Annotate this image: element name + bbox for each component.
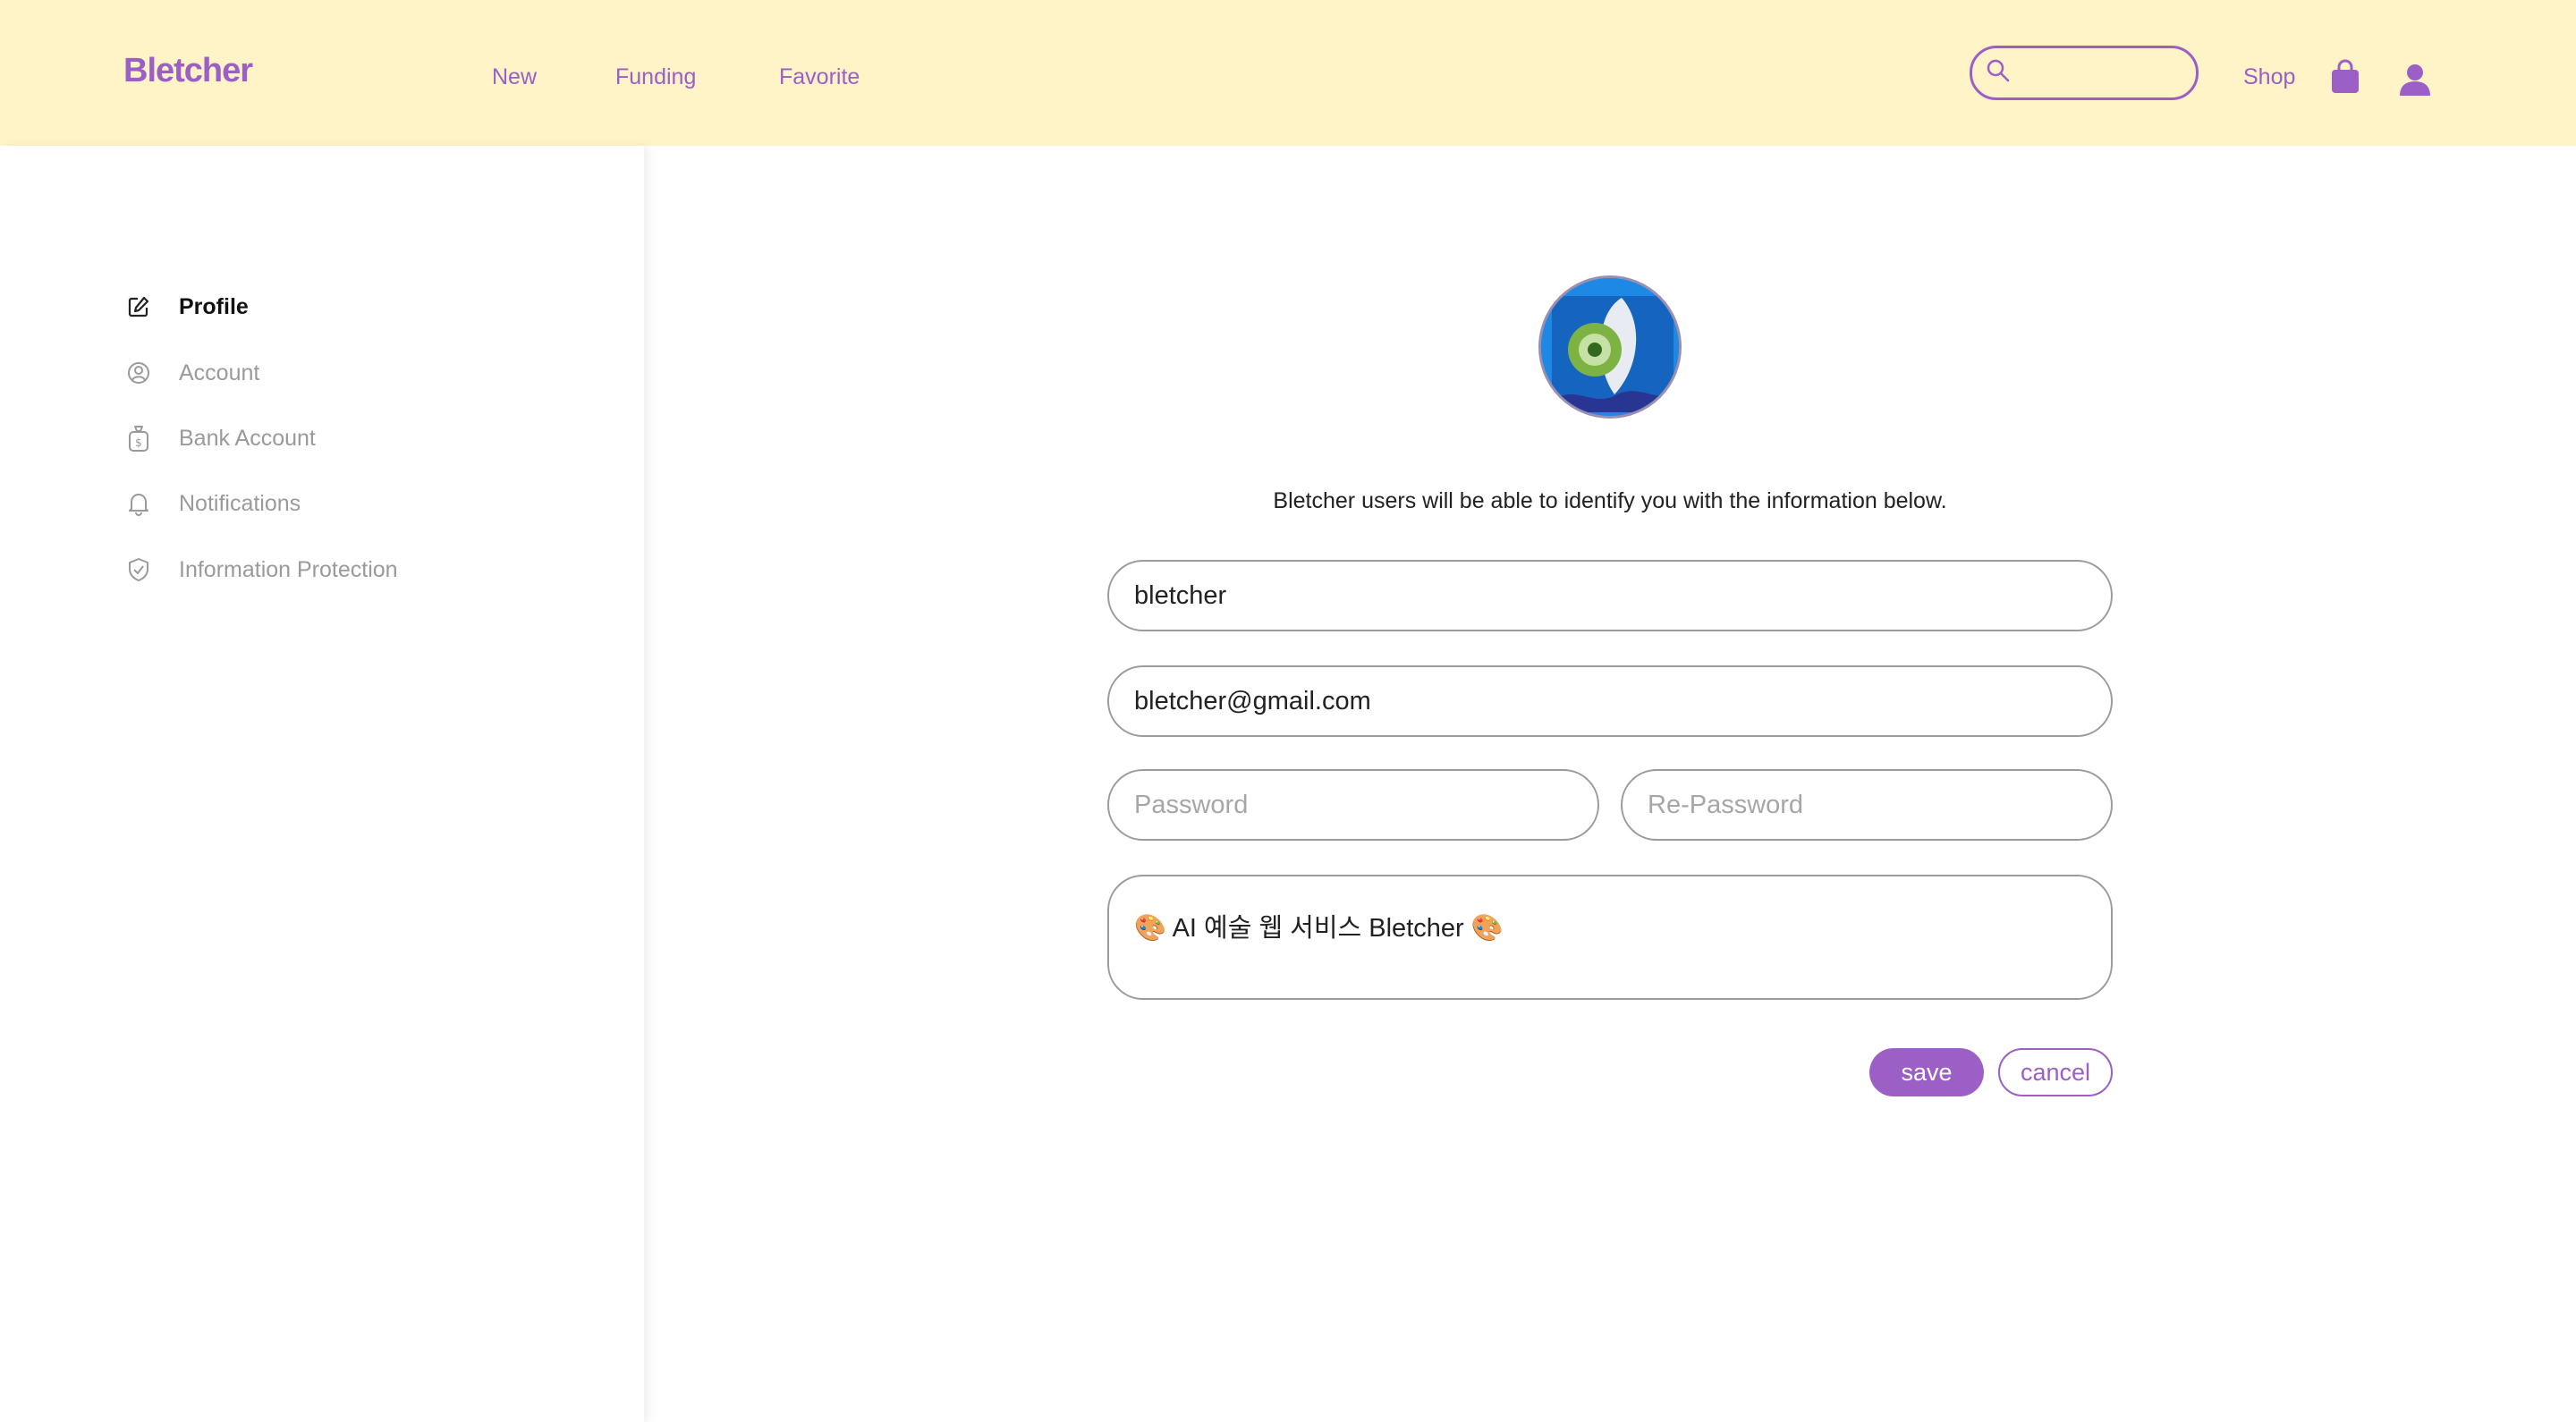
save-button[interactable]: save	[1869, 1048, 1984, 1096]
search-input[interactable]	[2015, 55, 2185, 91]
nav-link-funding[interactable]: Funding	[615, 64, 696, 90]
repassword-field[interactable]	[1621, 769, 2113, 841]
email-field[interactable]	[1107, 665, 2113, 737]
sidebar-item-label: Bank Account	[179, 425, 316, 451]
bio-text: 🎨 AI 예술 웹 서비스 Bletcher 🎨	[1134, 914, 1504, 943]
bio-textarea[interactable]: 🎨 AI 예술 웹 서비스 Bletcher 🎨	[1107, 875, 2113, 1000]
search-icon	[1987, 59, 2010, 82]
sidebar-item-profile[interactable]: Profile	[125, 289, 249, 325]
sidebar-item-label: Account	[179, 360, 260, 385]
sidebar-item-account[interactable]: Account	[125, 355, 259, 391]
shield-icon	[125, 556, 152, 583]
money-bag-icon: $	[125, 425, 152, 452]
svg-text:$: $	[135, 436, 142, 449]
sidebar-item-notifications[interactable]: Notifications	[125, 486, 301, 521]
cancel-button[interactable]: cancel	[1998, 1048, 2113, 1096]
username-field[interactable]	[1107, 560, 2113, 631]
brand-logo[interactable]: Bletcher	[123, 52, 253, 90]
settings-sidebar: Profile Account $ Bank Account Notificat…	[0, 146, 644, 1422]
sidebar-item-information-protection[interactable]: Information Protection	[125, 552, 398, 588]
account-circle-icon	[125, 360, 152, 386]
nav-link-shop[interactable]: Shop	[2243, 64, 2295, 90]
sidebar-item-label: Notifications	[179, 490, 301, 516]
user-icon[interactable]	[2397, 63, 2433, 97]
top-navigation-bar: Bletcher New Funding Favorite Shop	[0, 0, 2576, 146]
shopping-bag-icon[interactable]	[2330, 59, 2360, 95]
sidebar-item-bank-account[interactable]: $ Bank Account	[125, 420, 316, 456]
nav-link-new[interactable]: New	[492, 64, 537, 90]
search-box[interactable]	[1970, 46, 2199, 100]
profile-avatar[interactable]	[1538, 275, 1682, 419]
edit-icon	[125, 293, 152, 320]
bell-icon	[125, 490, 152, 517]
password-field[interactable]	[1107, 769, 1599, 841]
sidebar-item-label: Profile	[179, 293, 249, 319]
nav-link-favorite[interactable]: Favorite	[779, 64, 860, 90]
sidebar-item-label: Information Protection	[179, 556, 398, 582]
profile-info-text: Bletcher users will be able to identify …	[1273, 488, 1947, 513]
